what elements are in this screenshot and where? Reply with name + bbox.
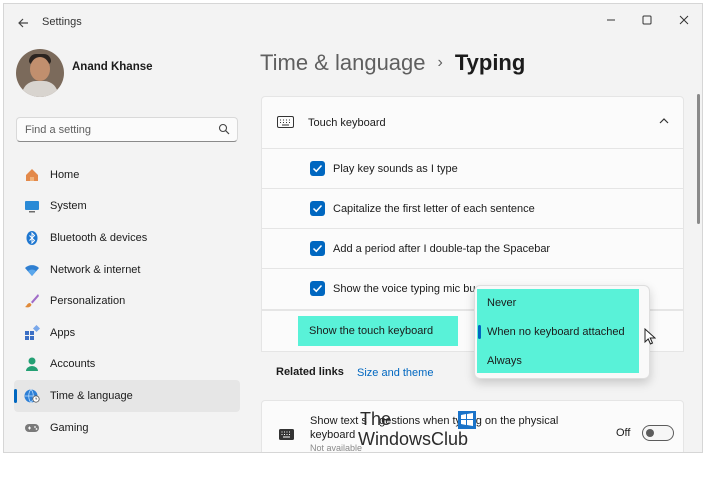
dropdown-option-always[interactable]: Always [487,355,522,367]
search-input[interactable]: Find a setting [16,117,238,142]
minimize-icon [607,19,615,21]
sidebar-item-network[interactable]: Network & internet [14,254,240,286]
checkmark-icon [312,164,323,173]
gamepad-icon [25,423,39,432]
wifi-icon [25,264,39,276]
text-suggestions-sub: Not available [310,443,363,453]
related-links-title: Related links [276,366,344,378]
keyboard-display-dropdown: Never When no keyboard attached Always [474,285,650,379]
toggle-state-label: Off [616,427,631,439]
size-and-theme-link[interactable]: Size and theme [357,367,433,379]
checkbox-period[interactable] [310,241,325,256]
sidebar-item-accounts[interactable]: Accounts [14,349,240,381]
show-touch-keyboard-label: Show the touch keyboard [298,316,458,346]
sidebar-item-personalization[interactable]: Personalization [14,285,240,317]
touch-keyboard-header[interactable]: Touch keyboard [261,96,684,149]
search-icon[interactable] [218,123,230,135]
globe-icon [24,389,40,403]
breadcrumb-parent[interactable]: Time & language [260,50,426,76]
selected-indicator [478,325,481,339]
sidebar-item-home[interactable]: Home [14,159,240,191]
scrollbar[interactable] [697,94,700,224]
option-label: Capitalize the first letter of each sent… [333,203,535,215]
checkmark-icon [312,244,323,253]
keyboard-icon [277,116,294,128]
avatar[interactable] [16,49,64,97]
breadcrumb: Time & language › Typing [260,50,525,76]
minimize-button[interactable] [596,9,626,31]
sidebar-item-time-language[interactable]: Time & language [14,380,240,412]
option-label: Play key sounds as I type [333,163,458,175]
home-icon [26,168,38,181]
option-row-period: Add a period after I double-tap the Spac… [261,229,684,269]
text-suggestions-toggle[interactable] [642,425,674,441]
option-label: Show the voice typing mic bu [333,283,476,295]
maximize-button[interactable] [632,9,662,31]
option-label: Add a period after I double-tap the Spac… [333,243,551,255]
option-row-capitalize: Capitalize the first letter of each sent… [261,189,684,229]
system-icon [25,201,39,213]
mouse-cursor-icon [644,328,656,345]
brush-icon [25,294,39,308]
breadcrumb-separator: › [437,54,443,71]
watermark-logo-icon [458,411,476,429]
settings-window: Settings Anand Khanse Find a setting Hom… [3,3,703,453]
maximize-icon [642,15,652,25]
dropdown-option-when-no-keyboard[interactable]: When no keyboard attached [487,326,625,338]
checkbox-capitalize[interactable] [310,201,325,216]
close-icon [679,15,689,25]
sidebar-item-bluetooth[interactable]: Bluetooth & devices [14,222,240,254]
title-bar: Settings [4,4,702,40]
accounts-icon [26,357,38,372]
apps-icon [25,324,40,340]
option-row-key-sounds: Play key sounds as I type [261,149,684,189]
user-name: Anand Khanse [72,61,153,73]
sidebar-nav: Home System Bluetooth & devices Network … [14,159,240,443]
chevron-up-icon[interactable] [658,115,670,127]
watermark: The WindowsClub [358,409,478,452]
sidebar-item-apps[interactable]: Apps [14,317,240,349]
back-arrow-icon [18,18,28,28]
touch-keyboard-title: Touch keyboard [308,117,386,129]
checkbox-voice-mic[interactable] [310,281,325,296]
dropdown-option-never[interactable]: Never [487,297,516,309]
checkmark-icon [312,204,323,213]
sidebar-item-gaming[interactable]: Gaming [14,412,240,444]
back-button[interactable] [12,12,34,34]
sidebar-item-system[interactable]: System [14,191,240,223]
checkbox-key-sounds[interactable] [310,161,325,176]
keyboard-icon [279,429,294,440]
page-title: Typing [454,50,526,75]
close-button[interactable] [669,9,699,31]
bluetooth-icon [26,230,38,245]
search-placeholder: Find a setting [25,124,92,136]
checkmark-icon [312,284,323,293]
app-title: Settings [42,16,82,28]
